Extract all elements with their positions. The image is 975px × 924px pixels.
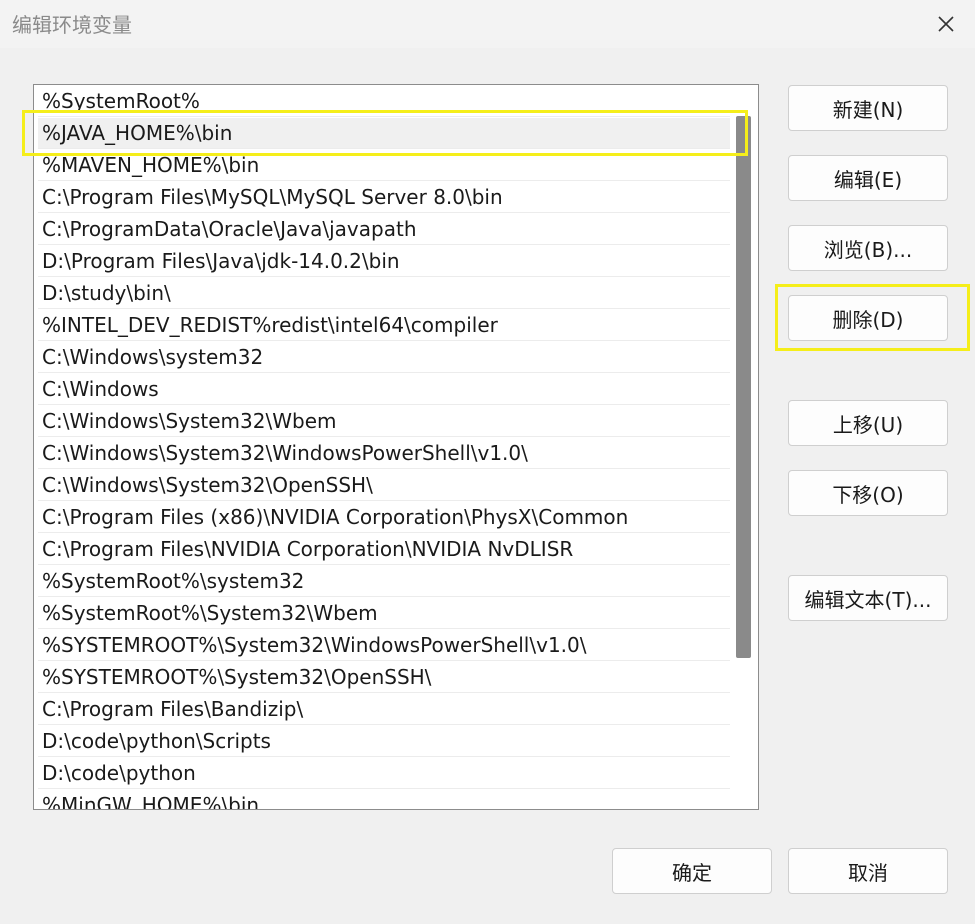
list-item[interactable]: D:\Program Files\Java\jdk-14.0.2\bin [38, 246, 730, 277]
cancel-button[interactable]: 取消 [788, 848, 948, 894]
list-item[interactable]: %SYSTEMROOT%\System32\OpenSSH\ [38, 662, 730, 693]
list-item[interactable]: %MinGW_HOME%\bin [38, 790, 730, 809]
edit-button[interactable]: 编辑(E) [788, 155, 948, 201]
list-item[interactable]: C:\Program Files\Bandizip\ [38, 694, 730, 725]
move-up-button[interactable]: 上移(U) [788, 400, 948, 446]
list-item[interactable]: %SystemRoot% [38, 86, 730, 117]
list-item[interactable]: C:\ProgramData\Oracle\Java\javapath [38, 214, 730, 245]
list-item[interactable]: C:\Windows\System32\Wbem [38, 406, 730, 437]
edit-text-button[interactable]: 编辑文本(T)... [788, 575, 948, 621]
list-item[interactable]: C:\Program Files\MySQL\MySQL Server 8.0\… [38, 182, 730, 213]
delete-button[interactable]: 删除(D) [788, 295, 948, 341]
path-list[interactable]: %SystemRoot% %JAVA_HOME%\bin %MAVEN_HOME%\… [33, 84, 759, 810]
move-down-button[interactable]: 下移(O) [788, 470, 948, 516]
list-item[interactable]: %JAVA_HOME%\bin [38, 118, 730, 149]
ok-button[interactable]: 确定 [612, 848, 772, 894]
list-item[interactable]: C:\Program Files (x86)\NVIDIA Corporatio… [38, 502, 730, 533]
list-item[interactable]: D:\code\python [38, 758, 730, 789]
close-icon [938, 16, 954, 32]
list-item[interactable]: %INTEL_DEV_REDIST%redist\intel64\compile… [38, 310, 730, 341]
title-bar: 编辑环境变量 [0, 0, 975, 48]
list-scrollbar[interactable] [736, 116, 751, 658]
list-item[interactable]: D:\study\bin\ [38, 278, 730, 309]
list-item[interactable]: C:\Program Files\NVIDIA Corporation\NVID… [38, 534, 730, 565]
list-item[interactable]: D:\code\python\Scripts [38, 726, 730, 757]
list-item[interactable]: C:\Windows\system32 [38, 342, 730, 373]
list-item[interactable]: C:\Windows\System32\OpenSSH\ [38, 470, 730, 501]
list-item[interactable]: C:\Windows\System32\WindowsPowerShell\v1… [38, 438, 730, 469]
list-item[interactable]: %MAVEN_HOME%\bin [38, 150, 730, 181]
list-item[interactable]: C:\Windows [38, 374, 730, 405]
window-title: 编辑环境变量 [12, 13, 132, 37]
list-item[interactable]: %SystemRoot%\System32\Wbem [38, 598, 730, 629]
browse-button[interactable]: 浏览(B)... [788, 225, 948, 271]
list-item[interactable]: %SYSTEMROOT%\System32\WindowsPowerShell\… [38, 630, 730, 661]
new-button[interactable]: 新建(N) [788, 85, 948, 131]
list-item[interactable]: %SystemRoot%\system32 [38, 566, 730, 597]
close-button[interactable] [930, 8, 962, 40]
